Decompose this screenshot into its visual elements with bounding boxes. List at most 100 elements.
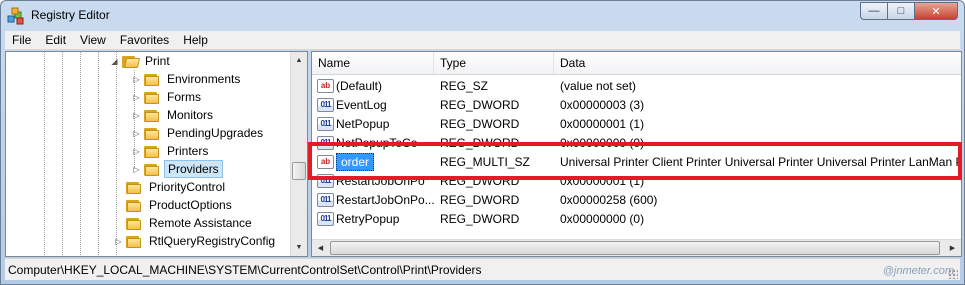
maximize-button[interactable]: □ [887,2,914,20]
tree-item-printers[interactable]: ▷ Printers [132,142,211,160]
scroll-thumb[interactable] [330,241,940,255]
values-horizontal-scrollbar[interactable]: ◀ ▶ [312,239,961,256]
tree-item-label: Remote Assistance [149,216,252,230]
menu-file[interactable]: File [5,31,38,50]
value-type: REG_DWORD [440,193,520,207]
scroll-up-icon[interactable]: ▲ [291,52,307,69]
binary-value-icon: 011 [317,174,334,188]
value-data: 0x00000000 (0) [560,136,645,150]
folder-icon [126,199,142,212]
tree-item-remote-assistance[interactable]: Remote Assistance [114,214,255,232]
tree-item-label-selected: Providers [164,160,223,178]
binary-value-icon: 011 [317,98,334,112]
expand-arrow-icon[interactable]: ▷ [132,93,141,102]
tree-item-print[interactable]: ◢ Print [110,52,173,70]
registry-editor-icon [7,7,24,25]
value-data: 0x00000003 (3) [560,98,645,112]
scroll-thumb[interactable] [292,162,306,180]
tree-vertical-scrollbar[interactable]: ▲ ▼ [290,52,307,256]
tree-item-productoptions[interactable]: ProductOptions [114,196,235,214]
tree-item-label: Forms [167,90,201,104]
menu-bar: File Edit View Favorites Help [5,31,960,50]
title-bar[interactable]: Registry Editor — □ ✕ [1,1,964,31]
value-type: REG_DWORD [440,212,520,226]
resize-grip-icon[interactable] [948,269,958,279]
value-name: RetryPopup [336,212,400,226]
binary-value-icon: 011 [317,117,334,131]
binary-value-icon: 011 [317,136,334,150]
value-type: REG_MULTI_SZ [440,155,530,169]
tree-item-monitors[interactable]: ▷ Monitors [132,106,216,124]
value-name: NetPopup [336,117,390,131]
tree-item-rtlqueryregistryconfig[interactable]: ▷ RtlQueryRegistryConfig [114,232,278,250]
column-header-row: Name Type Data [312,52,961,75]
value-row[interactable]: 011 NetPopup REG_DWORD 0x00000001 (1) [312,115,961,134]
value-type: REG_DWORD [440,117,520,131]
folder-icon [144,73,160,86]
value-row[interactable]: 011 RetryPopup REG_DWORD 0x00000000 (0) [312,210,961,229]
menu-view[interactable]: View [73,31,113,50]
status-path: Computer\HKEY_LOCAL_MACHINE\SYSTEM\Curre… [8,263,482,277]
tree-item-prioritycontrol[interactable]: PriorityControl [114,178,228,196]
expand-arrow-icon[interactable]: ▷ [132,129,141,138]
value-type: REG_DWORD [440,136,520,150]
value-row[interactable]: 011 EventLog REG_DWORD 0x00000003 (3) [312,96,961,115]
column-header-name[interactable]: Name [312,52,434,74]
value-data: Universal Printer Client Printer Univers… [560,155,960,169]
tree-item-providers[interactable]: ▷ Providers [132,160,223,178]
value-row-selected[interactable]: ab order REG_MULTI_SZ Universal Printer … [312,153,961,172]
value-name: EventLog [336,98,387,112]
value-data: (value not set) [560,79,637,93]
tree-item-pendingupgrades[interactable]: ▷ PendingUpgrades [132,124,266,142]
column-header-data[interactable]: Data [554,52,961,74]
value-data: 0x00000001 (1) [560,174,645,188]
scroll-right-icon[interactable]: ▶ [944,240,961,256]
status-bar: Computer\HKEY_LOCAL_MACHINE\SYSTEM\Curre… [5,258,960,280]
value-row[interactable]: ab (Default) REG_SZ (value not set) [312,77,961,96]
folder-icon [126,217,142,230]
scroll-left-icon[interactable]: ◀ [312,240,329,256]
tree-item-forms[interactable]: ▷ Forms [132,88,204,106]
tree-item-label: Monitors [167,108,214,122]
expand-arrow-icon[interactable]: ▷ [132,147,141,156]
menu-help[interactable]: Help [176,31,215,50]
close-button[interactable]: ✕ [914,2,958,20]
minimize-button[interactable]: — [860,2,887,20]
value-data: 0x00000001 (1) [560,117,645,131]
folder-icon [144,145,160,158]
value-type: REG_DWORD [440,98,520,112]
value-type: REG_DWORD [440,174,520,188]
window-controls: — □ ✕ [860,2,958,20]
window-title: Registry Editor [31,8,110,22]
binary-value-icon: 011 [317,212,334,226]
tree-item-label: RtlQueryRegistryConfig [149,234,276,248]
folder-icon [126,235,142,248]
expand-arrow-icon[interactable]: ▷ [114,237,123,246]
expand-arrow-icon[interactable]: ▷ [132,111,141,120]
value-name: NetPopupToCo [336,136,418,150]
value-name: order [336,153,436,172]
key-tree-pane[interactable]: ◢ Print ▷ Environments ▷ Forms ▷ Monitor… [5,51,308,257]
tree-item-label: ProductOptions [149,198,232,212]
values-list-pane[interactable]: Name Type Data ab (Default) REG_SZ (valu… [311,51,962,257]
tree-item-label: PriorityControl [149,180,226,194]
value-row[interactable]: 011 NetPopupToCo REG_DWORD 0x00000000 (0… [312,134,961,153]
expand-arrow-icon[interactable]: ▷ [132,165,141,174]
scroll-down-icon[interactable]: ▼ [291,239,307,256]
folder-icon [144,91,160,104]
tree-item-environments[interactable]: ▷ Environments [132,70,243,88]
value-name-selected[interactable]: order [336,153,375,171]
folder-icon [126,181,142,194]
value-name: (Default) [336,79,383,93]
value-row[interactable]: 011 RestartJobOnPo... REG_DWORD 0x000002… [312,191,961,210]
expand-arrow-icon[interactable]: ▷ [132,75,141,84]
tree-item-label: Print [145,54,170,68]
value-name: RestartJobOnPo... [336,193,435,207]
collapse-arrow-icon[interactable]: ◢ [110,57,119,66]
menu-edit[interactable]: Edit [38,31,73,50]
column-header-type[interactable]: Type [434,52,554,74]
value-type: REG_SZ [440,79,489,93]
menu-favorites[interactable]: Favorites [113,31,176,50]
binary-value-icon: 011 [317,193,334,207]
value-row[interactable]: 011 RestartJobOnPo REG_DWORD 0x00000001 … [312,172,961,191]
